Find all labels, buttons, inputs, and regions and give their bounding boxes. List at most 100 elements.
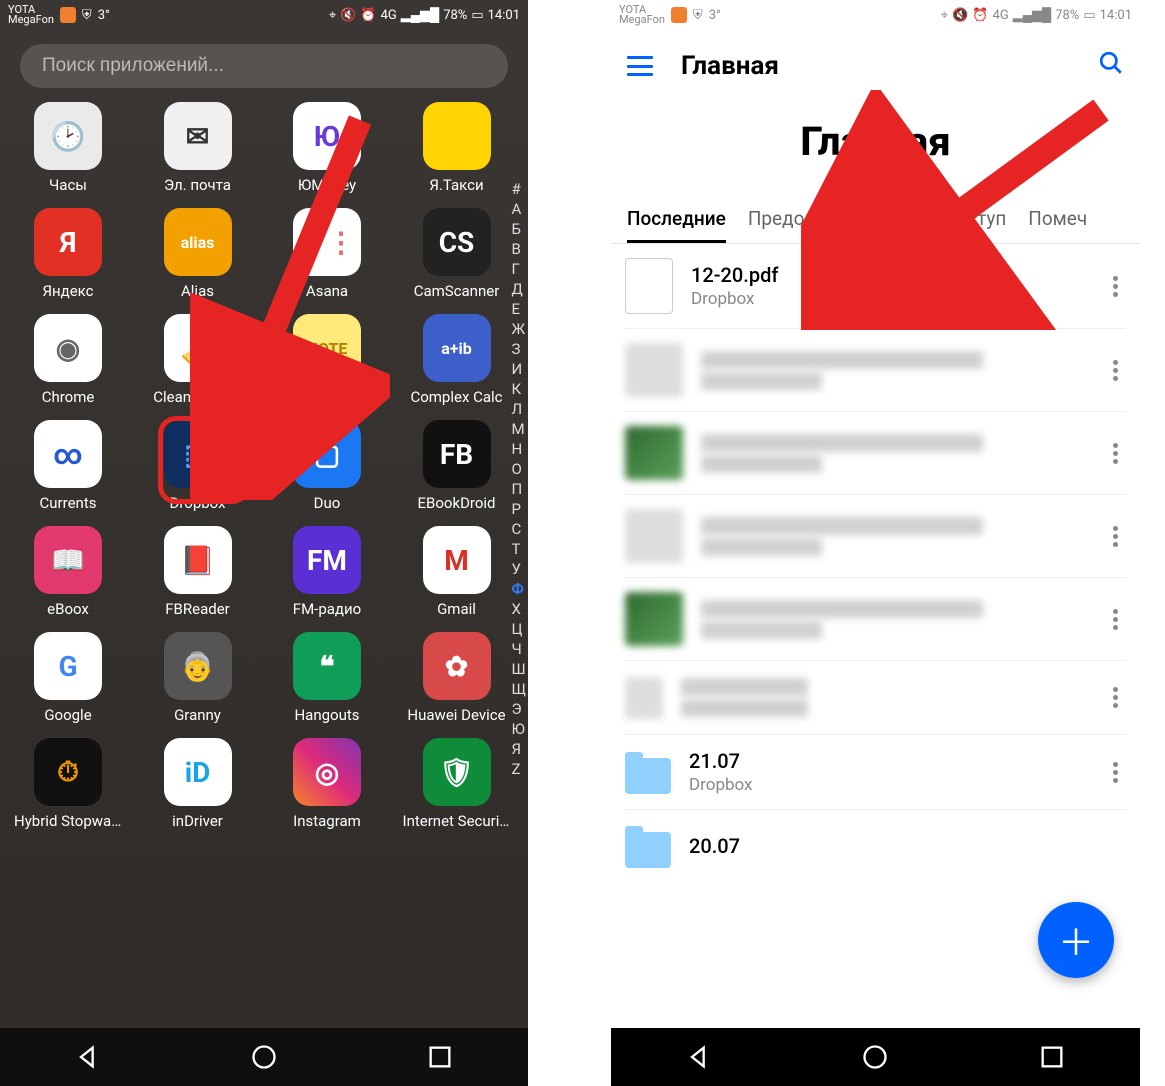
app-complex-calc[interactable]: a+ibComplex Calc (403, 314, 511, 406)
weather-badge (60, 7, 76, 23)
more-button[interactable] (1104, 360, 1126, 381)
alpha-О[interactable]: О (511, 460, 526, 478)
alpha-Р[interactable]: Р (511, 500, 526, 518)
app-label: Instagram (293, 812, 361, 830)
app-fbreader[interactable]: 📕FBReader (144, 526, 252, 618)
app-asana[interactable]: ⋮⋮Asana (273, 208, 381, 300)
alpha-З[interactable]: З (511, 340, 526, 358)
alpha-Щ[interactable]: Щ (511, 680, 526, 698)
app-яндекс[interactable]: ЯЯндекс (14, 208, 122, 300)
app-eboox[interactable]: 📖eBoox (14, 526, 122, 618)
app-chrome[interactable]: ◉Chrome (14, 314, 122, 406)
search-icon[interactable] (1098, 50, 1124, 83)
alpha-Э[interactable]: Э (511, 700, 526, 718)
alpha-У[interactable]: У (511, 560, 526, 578)
home-button[interactable] (250, 1043, 278, 1071)
app-duo[interactable]: ▢Duo (273, 420, 381, 512)
home-button[interactable] (861, 1043, 889, 1071)
more-button[interactable] (1104, 609, 1126, 630)
file-row-blurred[interactable] (625, 329, 1126, 412)
system-nav-bar (611, 1028, 1140, 1086)
back-button[interactable] (74, 1043, 102, 1071)
more-button[interactable] (1104, 276, 1126, 297)
more-button[interactable] (1104, 687, 1126, 708)
fab-add-button[interactable]: ＋ (1038, 902, 1114, 978)
alpha-Ю[interactable]: Ю (511, 720, 526, 738)
alpha-С[interactable]: С (511, 520, 526, 538)
recents-button[interactable] (1038, 1043, 1066, 1071)
app-label: Asana (306, 282, 348, 300)
file-row-blurred[interactable] (625, 412, 1126, 495)
blurred-thumbnail (625, 426, 683, 480)
alpha-Е[interactable]: Е (511, 300, 526, 318)
alpha-В[interactable]: В (511, 240, 526, 258)
alpha-Т[interactable]: Т (511, 540, 526, 558)
alpha-А[interactable]: А (511, 200, 526, 218)
more-button[interactable] (1104, 443, 1126, 464)
app-hybrid-stopwa-[interactable]: ⏱Hybrid Stopwa... (14, 738, 122, 830)
alpha-Л[interactable]: Л (511, 400, 526, 418)
alpha-П[interactable]: П (511, 480, 526, 498)
tab-последние[interactable]: Последние (627, 207, 726, 243)
alpha-Ч[interactable]: Ч (511, 640, 526, 658)
alpha-Д[interactable]: Д (511, 280, 526, 298)
back-button[interactable] (685, 1043, 713, 1071)
file-row-pdf[interactable]: 12-20.pdf Dropbox (625, 244, 1126, 329)
alpha-М[interactable]: М (511, 420, 526, 438)
alpha-Ф[interactable]: Ф (511, 580, 526, 598)
alpha-Н[interactable]: Н (511, 440, 526, 458)
app-indriver[interactable]: iDinDriver (144, 738, 252, 830)
alpha-К[interactable]: К (511, 380, 526, 398)
more-button[interactable] (1104, 762, 1126, 783)
app-ebookdroid[interactable]: FBEBookDroid (403, 420, 511, 512)
file-row-blurred[interactable] (625, 661, 1126, 735)
more-button[interactable] (1104, 526, 1126, 547)
mute-icon: 🔇 (952, 8, 968, 23)
app-hangouts[interactable]: ❝Hangouts (273, 632, 381, 724)
alpha-Х[interactable]: Х (511, 600, 526, 618)
bluetooth-icon: ⌖ (329, 8, 336, 23)
battery-icon: ▭ (471, 8, 483, 23)
app-эл-почта[interactable]: ✉Эл. почта (144, 102, 252, 194)
file-location: Dropbox (691, 289, 1104, 309)
alpha-#[interactable]: # (511, 180, 526, 198)
app-granny[interactable]: 👵Granny (144, 632, 252, 724)
app-clean-master[interactable]: 🧹Clean Master (144, 314, 252, 406)
folder-row[interactable]: 20.07 (625, 810, 1126, 882)
alpha-Ц[interactable]: Ц (511, 620, 526, 638)
alpha-Ш[interactable]: Ш (511, 660, 526, 678)
app-internet-securi-[interactable]: 🛡Internet Securi... (403, 738, 511, 830)
tab-помеч[interactable]: Помеч (1028, 207, 1087, 243)
recents-button[interactable] (426, 1043, 454, 1071)
app-search-input[interactable] (20, 44, 508, 88)
battery-icon: ▭ (1083, 8, 1095, 23)
app-currents[interactable]: ∞Currents (14, 420, 122, 512)
app-fm-радио[interactable]: FMFM-радио (273, 526, 381, 618)
alpha-index[interactable]: # АБВГДЕЖЗИКЛМНОПРСТУФХЦЧШЩЭЮЯZ (511, 180, 526, 778)
app-gmail[interactable]: MGmail (403, 526, 511, 618)
app-юmoney[interactable]: ЮЮMoney (273, 102, 381, 194)
blurred-thumbnail (625, 677, 663, 719)
file-row-blurred[interactable] (625, 495, 1126, 578)
app-google[interactable]: GGoogle (14, 632, 122, 724)
alpha-Г[interactable]: Г (511, 260, 526, 278)
alpha-И[interactable]: И (511, 360, 526, 378)
app-часы[interactable]: 🕑Часы (14, 102, 122, 194)
alpha-Z[interactable]: Z (511, 760, 526, 778)
app-instagram[interactable]: ◎Instagram (273, 738, 381, 830)
app-alias[interactable]: aliasAlias (144, 208, 252, 300)
blurred-thumbnail (625, 343, 683, 397)
alpha-Ж[interactable]: Ж (511, 320, 526, 338)
file-row-blurred[interactable] (625, 578, 1126, 661)
folder-row[interactable]: 21.07 Dropbox (625, 735, 1126, 810)
app-camscanner[interactable]: CSCamScanner (403, 208, 511, 300)
app-dropbox[interactable]: ⬚Dropbox (144, 420, 252, 512)
tab-предоставлен-общий-доступ[interactable]: Предоставлен общий доступ (748, 207, 1006, 243)
menu-button[interactable] (627, 56, 653, 76)
app-colornote[interactable]: NOTEColorNote (273, 314, 381, 406)
app-я-такси[interactable]: Я.Такси (403, 102, 511, 194)
app-huawei-device[interactable]: ✿Huawei Device (403, 632, 511, 724)
app-icon: 🧹 (164, 314, 232, 382)
alpha-Я[interactable]: Я (511, 740, 526, 758)
alpha-Б[interactable]: Б (511, 220, 526, 238)
